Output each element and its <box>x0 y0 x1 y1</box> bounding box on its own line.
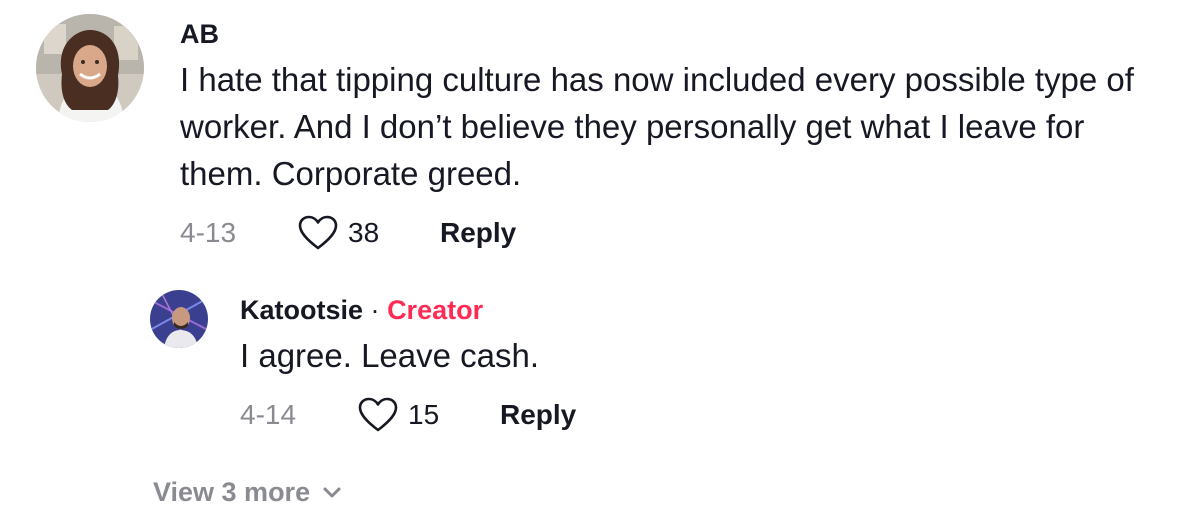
reply-button[interactable]: Reply <box>440 217 516 249</box>
reply-body: Katootsie · Creator I agree. Leave cash.… <box>240 290 1140 437</box>
comment-date: 4-13 <box>180 217 237 248</box>
view-more-label: View 3 more <box>153 477 311 507</box>
reply-date: 4-14 <box>240 399 297 430</box>
reply-username-row: Katootsie · Creator <box>240 290 1140 330</box>
like-count: 38 <box>348 217 380 248</box>
view-more-replies[interactable]: View 3 more <box>153 477 342 508</box>
like-button[interactable]: 38 <box>298 215 440 251</box>
creator-badge: Creator <box>387 295 484 325</box>
heart-icon <box>298 215 338 250</box>
separator-dot: · <box>370 295 380 325</box>
reply-button[interactable]: Reply <box>500 399 576 431</box>
chevron-down-icon <box>323 487 341 497</box>
reply-text: I agree. Leave cash. <box>240 337 540 374</box>
like-button[interactable]: 15 <box>358 397 500 433</box>
comment-body: AB I hate that tipping culture has now i… <box>180 14 1170 255</box>
reply-username[interactable]: Katootsie <box>240 295 363 325</box>
comment-text: I hate that tipping culture has now incl… <box>180 61 1134 192</box>
avatar[interactable] <box>150 290 208 348</box>
comment-username[interactable]: AB <box>180 14 1170 54</box>
heart-icon <box>358 397 398 432</box>
like-count: 15 <box>408 399 440 430</box>
reply-meta: 4-14 15 Reply <box>240 393 1140 437</box>
comment-meta: 4-13 38 Reply <box>180 211 1170 255</box>
avatar[interactable] <box>36 14 144 122</box>
